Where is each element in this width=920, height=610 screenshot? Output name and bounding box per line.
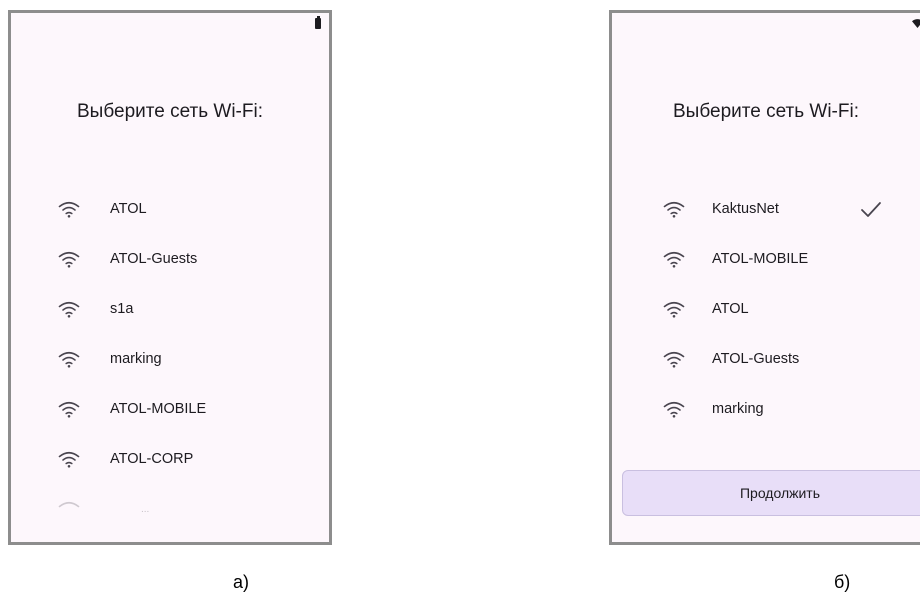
wifi-network-item-partial[interactable]: ... (11, 484, 329, 534)
wifi-network-name: ATOL-MOBILE (110, 401, 207, 417)
wifi-network-item[interactable]: ATOL (11, 184, 329, 234)
wifi-icon (663, 251, 685, 268)
wifi-network-item[interactable]: marking (612, 384, 920, 434)
wifi-network-list: KaktusNet ATOL-MOBILE ATOL ATOL-Guests m… (612, 184, 920, 434)
wifi-icon (663, 301, 685, 318)
wifi-icon (58, 251, 80, 268)
wifi-network-name: ATOL-MOBILE (712, 251, 809, 267)
wifi-network-name: ATOL (712, 301, 749, 317)
wifi-icon (58, 301, 80, 318)
wifi-network-name: ATOL (110, 201, 147, 217)
wifi-icon (58, 201, 80, 218)
battery-icon (315, 16, 321, 29)
status-bar (315, 16, 321, 29)
wifi-network-name: marking (712, 401, 764, 417)
wifi-network-item[interactable]: ATOL-MOBILE (11, 384, 329, 434)
wifi-icon (663, 201, 685, 218)
wifi-network-name: KaktusNet (712, 201, 779, 217)
wifi-icon (58, 501, 80, 507)
wifi-network-item[interactable]: ATOL-Guests (11, 234, 329, 284)
continue-button[interactable]: Продолжить (622, 470, 920, 516)
checkmark-icon (861, 201, 881, 217)
page-title: Выберите сеть Wi-Fi: (673, 101, 859, 122)
wifi-network-name: ATOL-CORP (110, 451, 194, 467)
page-title: Выберите сеть Wi-Fi: (77, 101, 263, 122)
wifi-network-name: ATOL-Guests (712, 351, 800, 367)
wifi-network-item[interactable]: ATOL-Guests (612, 334, 920, 384)
wifi-network-list: ATOL ATOL-Guests s1a marking ATOL-MOBILE… (11, 184, 329, 534)
wifi-icon (58, 401, 80, 418)
wifi-network-item[interactable]: ATOL-CORP (11, 434, 329, 484)
wifi-network-name: marking (110, 351, 162, 367)
wifi-network-item[interactable]: marking (11, 334, 329, 384)
wifi-network-item[interactable]: ATOL (612, 284, 920, 334)
wifi-network-item-selected[interactable]: KaktusNet (612, 184, 920, 234)
wifi-network-name: ATOL-Guests (110, 251, 198, 267)
wifi-icon (58, 351, 80, 368)
status-bar (912, 18, 920, 29)
phone-screen-b: Выберите сеть Wi-Fi: KaktusNet ATOL-MOBI… (609, 10, 920, 545)
phone-screen-a: Выберите сеть Wi-Fi: ATOL ATOL-Guests s1… (8, 10, 332, 545)
wifi-icon (663, 401, 685, 418)
caption-a: а) (233, 572, 250, 592)
wifi-status-icon (912, 19, 920, 28)
wifi-network-name: ... (141, 503, 150, 515)
wifi-network-item[interactable]: ATOL-MOBILE (612, 234, 920, 284)
wifi-network-item[interactable]: s1a (11, 284, 329, 334)
wifi-network-name: s1a (110, 301, 134, 317)
caption-b: б) (834, 572, 851, 592)
wifi-icon (663, 351, 685, 368)
wifi-icon (58, 451, 80, 468)
